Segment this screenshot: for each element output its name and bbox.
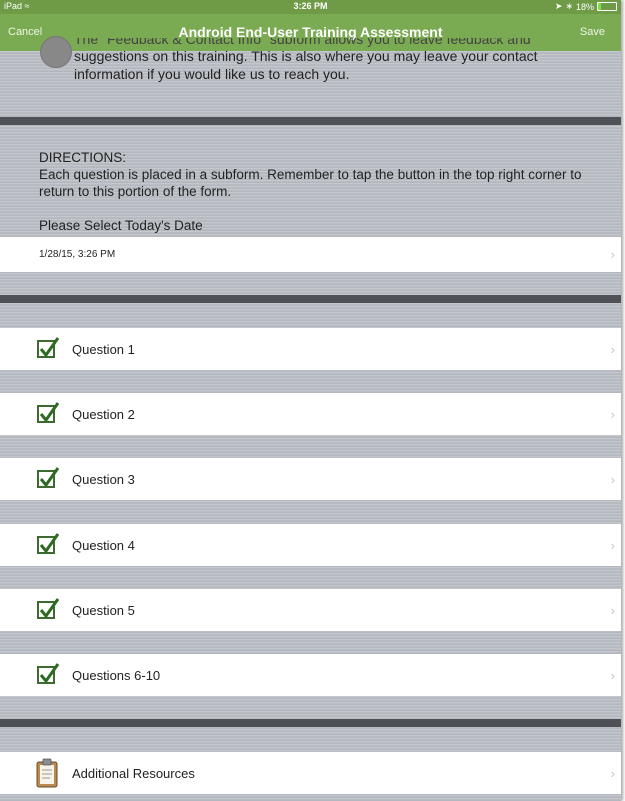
- checkbox-checked-icon: [37, 533, 60, 554]
- chevron-right-icon: ›: [610, 602, 615, 618]
- checkbox-checked-icon: [37, 663, 60, 684]
- section-avatar-icon: [40, 36, 72, 68]
- question-row-3[interactable]: Question 3 ›: [0, 458, 621, 500]
- bluetooth-icon: ∗: [565, 1, 573, 11]
- additional-resources-row[interactable]: Additional Resources ›: [0, 752, 621, 794]
- date-value: 1/28/15, 3:26 PM: [39, 249, 116, 260]
- directions-block: DIRECTIONS: Each question is placed in a…: [39, 149, 609, 200]
- question-row-1[interactable]: Question 1 ›: [0, 328, 621, 370]
- chevron-right-icon: ›: [610, 765, 615, 781]
- battery-icon: [597, 2, 617, 11]
- page-title: Android End-User Training Assessment: [178, 24, 443, 40]
- battery-percent: 18%: [575, 1, 594, 12]
- question-label: Question 3: [72, 471, 135, 487]
- date-field-label: Please Select Today's Date: [39, 218, 203, 233]
- question-label: Questions 6-10: [72, 667, 161, 683]
- question-row-5[interactable]: Question 5 ›: [0, 589, 621, 631]
- question-label: Question 4: [72, 537, 135, 553]
- intro-text: The "Feedback & Contact Info" subform al…: [74, 38, 594, 83]
- save-button[interactable]: Save: [580, 26, 605, 38]
- resources-label: Additional Resources: [72, 765, 195, 781]
- status-bar: iPad ≈ 3:26 PM ➤ ∗ 18%: [0, 0, 621, 14]
- section-divider: [0, 117, 621, 125]
- location-icon: ➤: [554, 1, 563, 11]
- checkbox-checked-icon: [37, 467, 60, 488]
- date-picker-row[interactable]: 1/28/15, 3:26 PM ›: [0, 237, 621, 272]
- question-label: Question 1: [72, 341, 135, 357]
- chevron-right-icon: ›: [610, 341, 615, 357]
- section-divider: [0, 295, 621, 303]
- question-label: Question 2: [72, 406, 135, 422]
- checkbox-checked-icon: [37, 598, 60, 619]
- app-screen: iPad ≈ 3:26 PM ➤ ∗ 18% Cancel Android En…: [0, 0, 621, 801]
- battery-fill: [598, 3, 602, 10]
- chevron-right-icon: ›: [610, 537, 615, 553]
- directions-heading: DIRECTIONS:: [39, 150, 127, 165]
- question-row-2[interactable]: Question 2 ›: [0, 393, 621, 435]
- chevron-right-icon: ›: [610, 247, 615, 262]
- question-row-6-10[interactable]: Questions 6-10 ›: [0, 654, 621, 696]
- question-label: Question 5: [72, 602, 135, 618]
- chevron-right-icon: ›: [610, 667, 615, 683]
- section-divider: [0, 719, 621, 727]
- question-row-4[interactable]: Question 4 ›: [0, 524, 621, 566]
- clipboard-icon: [36, 758, 58, 788]
- intro-body: suggestions on this training. This is al…: [74, 48, 538, 82]
- checkbox-checked-icon: [37, 402, 60, 423]
- directions-body: Each question is placed in a subform. Re…: [39, 167, 582, 199]
- checkbox-checked-icon: [37, 337, 60, 358]
- chevron-right-icon: ›: [610, 471, 615, 487]
- chevron-right-icon: ›: [610, 406, 615, 422]
- status-right: ➤ ∗ 18%: [555, 1, 617, 12]
- status-time: 3:26 PM: [293, 1, 328, 11]
